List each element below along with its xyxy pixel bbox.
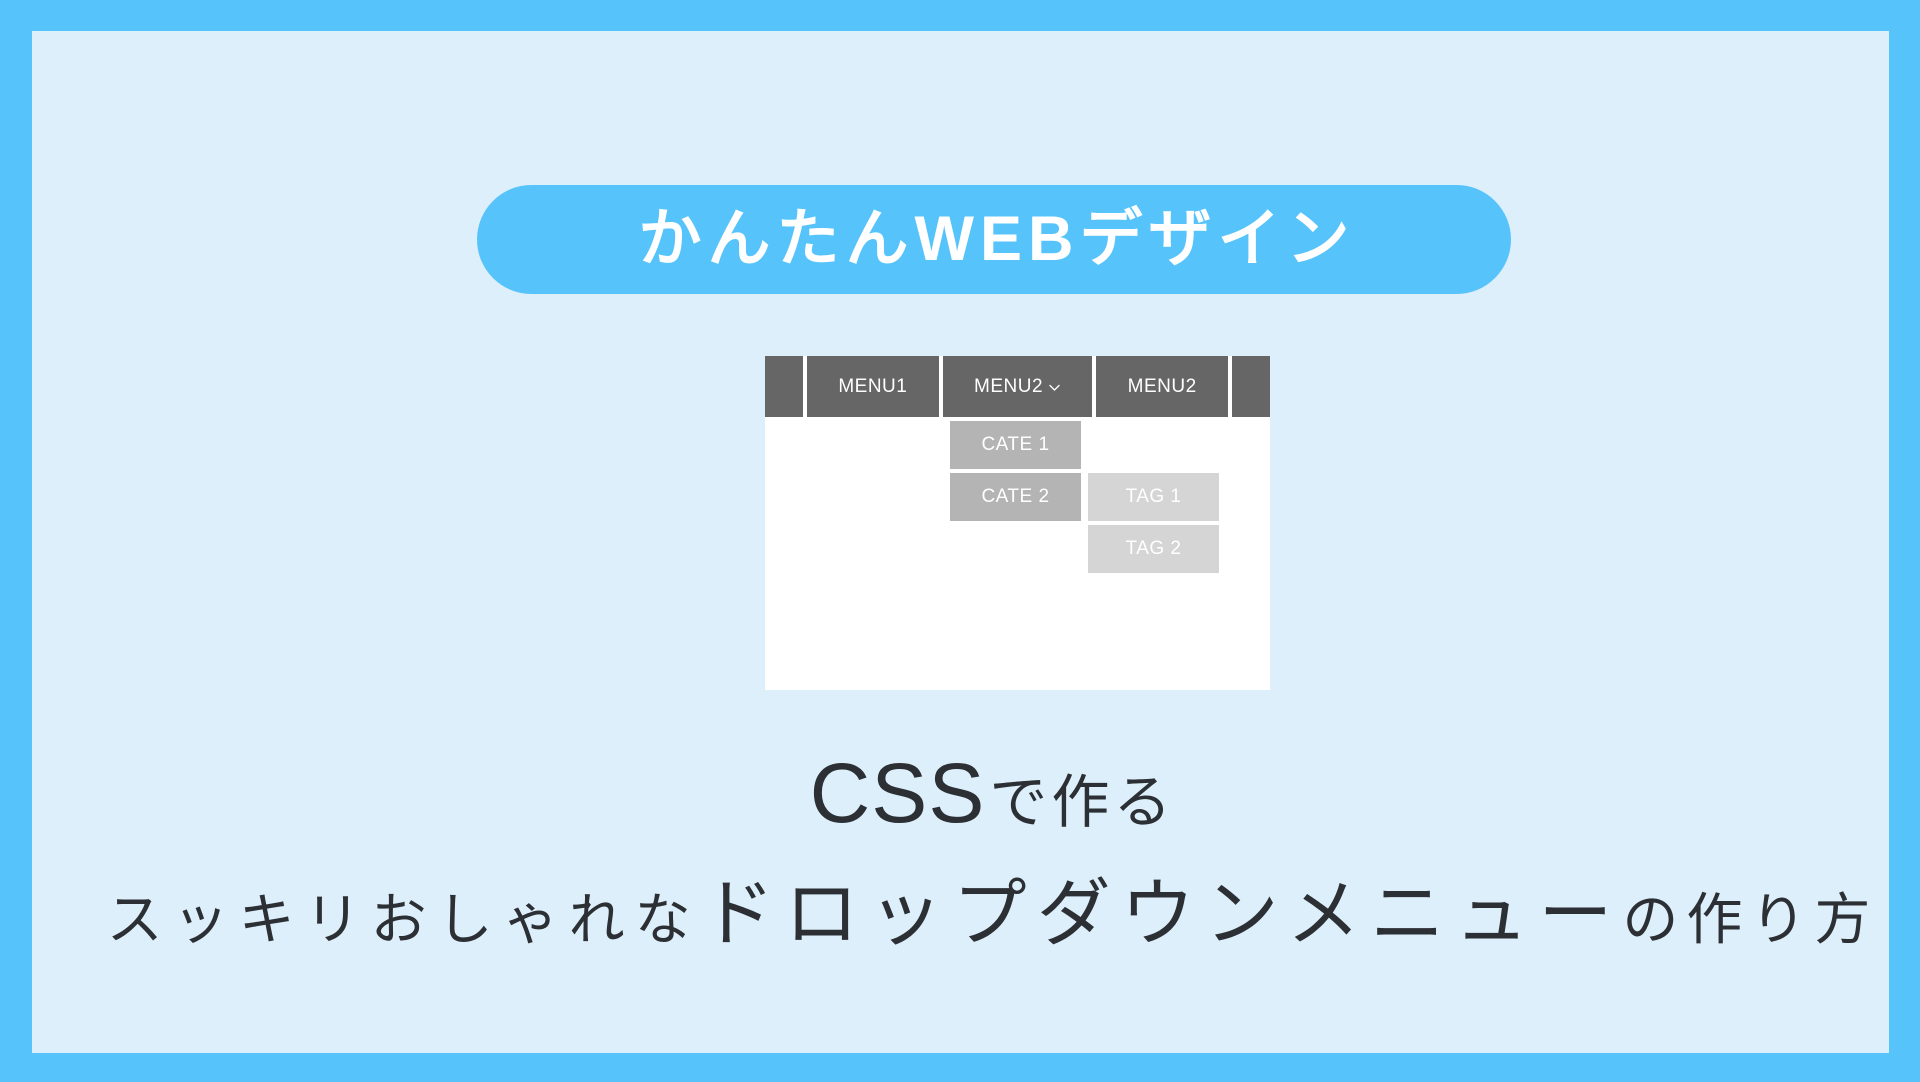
menu-item-menu1[interactable]: MENU1 [807,356,939,417]
dropdown-item-tag-1-label: TAG 1 [1125,486,1182,507]
dropdown-item-tag-1[interactable]: TAG 1 [1088,473,1219,521]
dropdown-menu-mock: MENU1 MENU2 MENU2 CATE 1 CATE 2 TAG 1 TA… [765,356,1271,690]
dropdown-item-cate-1-label: CATE 1 [981,434,1050,455]
dropdown-item-tag-2-label: TAG 2 [1125,538,1182,559]
headline-main-term: CSS [809,746,986,840]
dropdown-item-cate-1[interactable]: CATE 1 [950,421,1081,469]
headline-block: CSS で作る スッキリおしゃれな ドロップダウンメニュー の作り方 [64,751,1920,951]
chevron-down-icon [1048,381,1061,394]
menu-item-menu2-open-label: MENU2 [974,375,1044,397]
headline-emphasis-text: ドロップダウンメニュー [700,872,1623,955]
dropdown-item-cate-2[interactable]: CATE 2 [950,473,1081,521]
menu-item-menu2-open[interactable]: MENU2 [942,356,1093,417]
inner-panel: かんたんWEBデザイン MENU1 MENU2 MENU2 CATE 1 CAT… [32,31,1889,1053]
headline-main-suffix: で作る [989,770,1176,835]
menu-item-menu2-second-label: MENU2 [1127,375,1197,397]
headline-line-1: CSS で作る [64,751,1920,847]
poster-root: かんたんWEBデザイン MENU1 MENU2 MENU2 CATE 1 CAT… [0,0,1920,1082]
dropdown-item-tag-2[interactable]: TAG 2 [1088,525,1219,573]
headline-lead-text: スッキリおしゃれな [106,888,701,951]
menu-bar-left-spacer [765,356,803,417]
headline-tail-text: の作り方 [1622,888,1879,951]
headline-line-2: スッキリおしゃれな ドロップダウンメニュー の作り方 [64,877,1920,951]
banner-pill: かんたんWEBデザイン [477,185,1511,294]
menu-bar: MENU1 MENU2 MENU2 [765,356,1271,417]
dropdown-item-cate-2-label: CATE 2 [981,486,1050,507]
menu-item-menu1-label: MENU1 [838,375,908,397]
banner-title: かんたんWEBデザイン [638,204,1356,274]
menu-bar-right-spacer [1232,356,1271,417]
menu-item-menu2-second[interactable]: MENU2 [1096,356,1229,417]
